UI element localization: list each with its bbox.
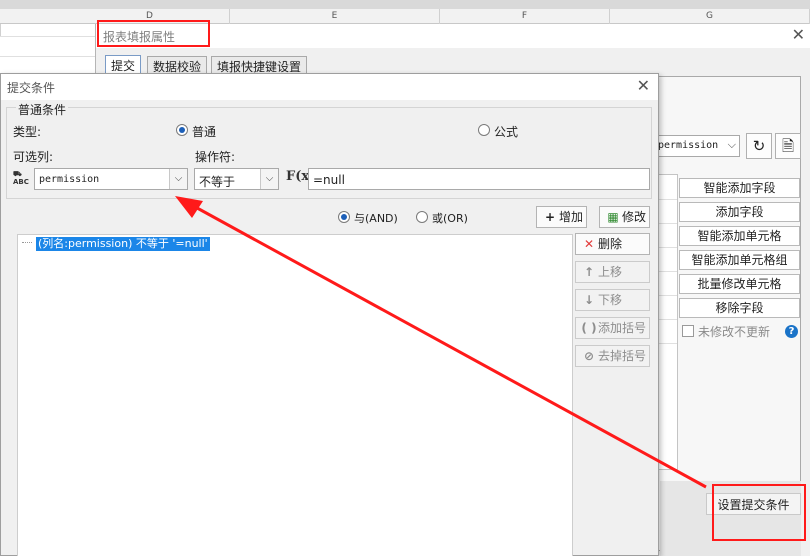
delete-x-icon: ✕: [583, 237, 595, 251]
field-select[interactable]: permission ⌵: [654, 135, 740, 157]
operator-label: 操作符:: [195, 150, 236, 164]
operator-select-value: 不等于: [199, 175, 236, 189]
condition-list[interactable]: (列名:permission) 不等于 '=null': [17, 234, 573, 556]
preview-button[interactable]: 🗎: [775, 133, 801, 159]
chevron-down-icon[interactable]: ⌵: [169, 169, 187, 189]
column-label: 可选列:: [13, 150, 54, 164]
refresh-icon: ↻: [752, 137, 766, 155]
smart-add-cell-button[interactable]: 智能添加单元格: [679, 226, 800, 246]
sheet-gridline: [0, 36, 100, 37]
close-icon[interactable]: ✕: [792, 27, 805, 43]
chevron-down-icon[interactable]: ⌵: [260, 169, 278, 189]
value-input[interactable]: =null: [308, 168, 650, 190]
remove-field-button[interactable]: 移除字段: [679, 298, 800, 318]
smart-add-cell-group-button[interactable]: 智能添加单元格组: [679, 250, 800, 270]
arrow-up-icon: ↑: [583, 265, 595, 279]
modify-condition-label: 修改: [622, 210, 647, 224]
arrow-down-icon: ↓: [583, 293, 595, 307]
move-down-label: 下移: [598, 293, 623, 307]
column-header-row: D E F G: [0, 9, 810, 24]
type-formula-label[interactable]: 公式: [494, 123, 518, 140]
remove-bracket-button[interactable]: ⊘ 去掉括号: [575, 345, 650, 367]
plus-icon: +: [544, 210, 556, 224]
submit-condition-dialog: 提交条件 ✕ 普通条件 类型: 普通 公式 可选列: 操作符: ⛟ ABC per…: [0, 73, 659, 556]
add-bracket-label: 添加括号: [598, 321, 647, 335]
brackets-icon: ( ): [581, 321, 597, 335]
add-condition-label: 增加: [559, 210, 584, 224]
dialog-title: 提交条件: [7, 81, 56, 95]
dialog-titlebar: 提交条件 ✕: [1, 74, 658, 100]
column-header-g[interactable]: G: [610, 9, 810, 24]
operator-select[interactable]: 不等于 ⌵: [194, 168, 279, 190]
edit-table-icon: ▦: [607, 210, 619, 224]
unmodified-no-update-checkbox[interactable]: [682, 325, 694, 337]
logic-or-radio[interactable]: [416, 211, 428, 223]
dialog-title: 报表填报属性: [103, 30, 176, 44]
modify-condition-button[interactable]: ▦ 修改: [599, 206, 650, 228]
remove-bracket-label: 去掉括号: [598, 349, 647, 363]
document-search-icon: 🗎: [781, 137, 795, 155]
remove-brackets-icon: ⊘: [583, 349, 595, 363]
move-up-label: 上移: [598, 265, 623, 279]
chevron-down-icon[interactable]: ⌵: [728, 138, 736, 152]
help-icon[interactable]: ?: [785, 325, 798, 338]
delete-button[interactable]: ✕ 删除: [575, 233, 650, 255]
column-header-e[interactable]: E: [230, 9, 440, 24]
add-bracket-button[interactable]: ( )添加括号: [575, 317, 650, 339]
group-label: 普通条件: [16, 101, 69, 118]
set-submit-condition-button[interactable]: 设置提交条件: [706, 493, 801, 515]
sheet-gridline: [0, 56, 100, 57]
unmodified-no-update-option[interactable]: 未修改不更新: [682, 323, 770, 339]
delete-label: 删除: [598, 237, 623, 251]
sheet-gridline: [0, 24, 1, 36]
logic-and-radio[interactable]: [338, 211, 350, 223]
move-down-button[interactable]: ↓ 下移: [575, 289, 650, 311]
value-input-text: =null: [313, 173, 345, 187]
column-header-f[interactable]: F: [440, 9, 610, 24]
type-normal-label[interactable]: 普通: [192, 123, 216, 140]
refresh-button[interactable]: ↻: [746, 133, 772, 159]
unmodified-no-update-label: 未修改不更新: [698, 324, 771, 339]
close-icon[interactable]: ✕: [637, 78, 650, 94]
field-select-value: permission: [658, 140, 719, 151]
column-select[interactable]: permission ⌵: [34, 168, 188, 190]
sheet-toolbar-strip: [0, 0, 810, 9]
type-formula-radio[interactable]: [478, 124, 490, 136]
column-header-d[interactable]: D: [70, 9, 230, 24]
tree-connector: [22, 242, 32, 243]
add-condition-button[interactable]: + 增加: [536, 206, 587, 228]
smart-add-field-button[interactable]: 智能添加字段: [679, 178, 800, 198]
text-column-icon: ⛟ ABC: [13, 170, 29, 186]
add-field-button[interactable]: 添加字段: [679, 202, 800, 222]
column-select-value: permission: [39, 174, 100, 185]
type-normal-radio[interactable]: [176, 124, 188, 136]
batch-modify-cell-button[interactable]: 批量修改单元格: [679, 274, 800, 294]
logic-or-label[interactable]: 或(OR): [432, 210, 468, 226]
logic-and-label[interactable]: 与(AND): [354, 210, 398, 226]
type-label: 类型:: [13, 125, 42, 139]
move-up-button[interactable]: ↑ 上移: [575, 261, 650, 283]
dialog-titlebar: 报表填报属性 ✕: [96, 24, 810, 48]
condition-item[interactable]: (列名:permission) 不等于 '=null': [36, 237, 210, 251]
